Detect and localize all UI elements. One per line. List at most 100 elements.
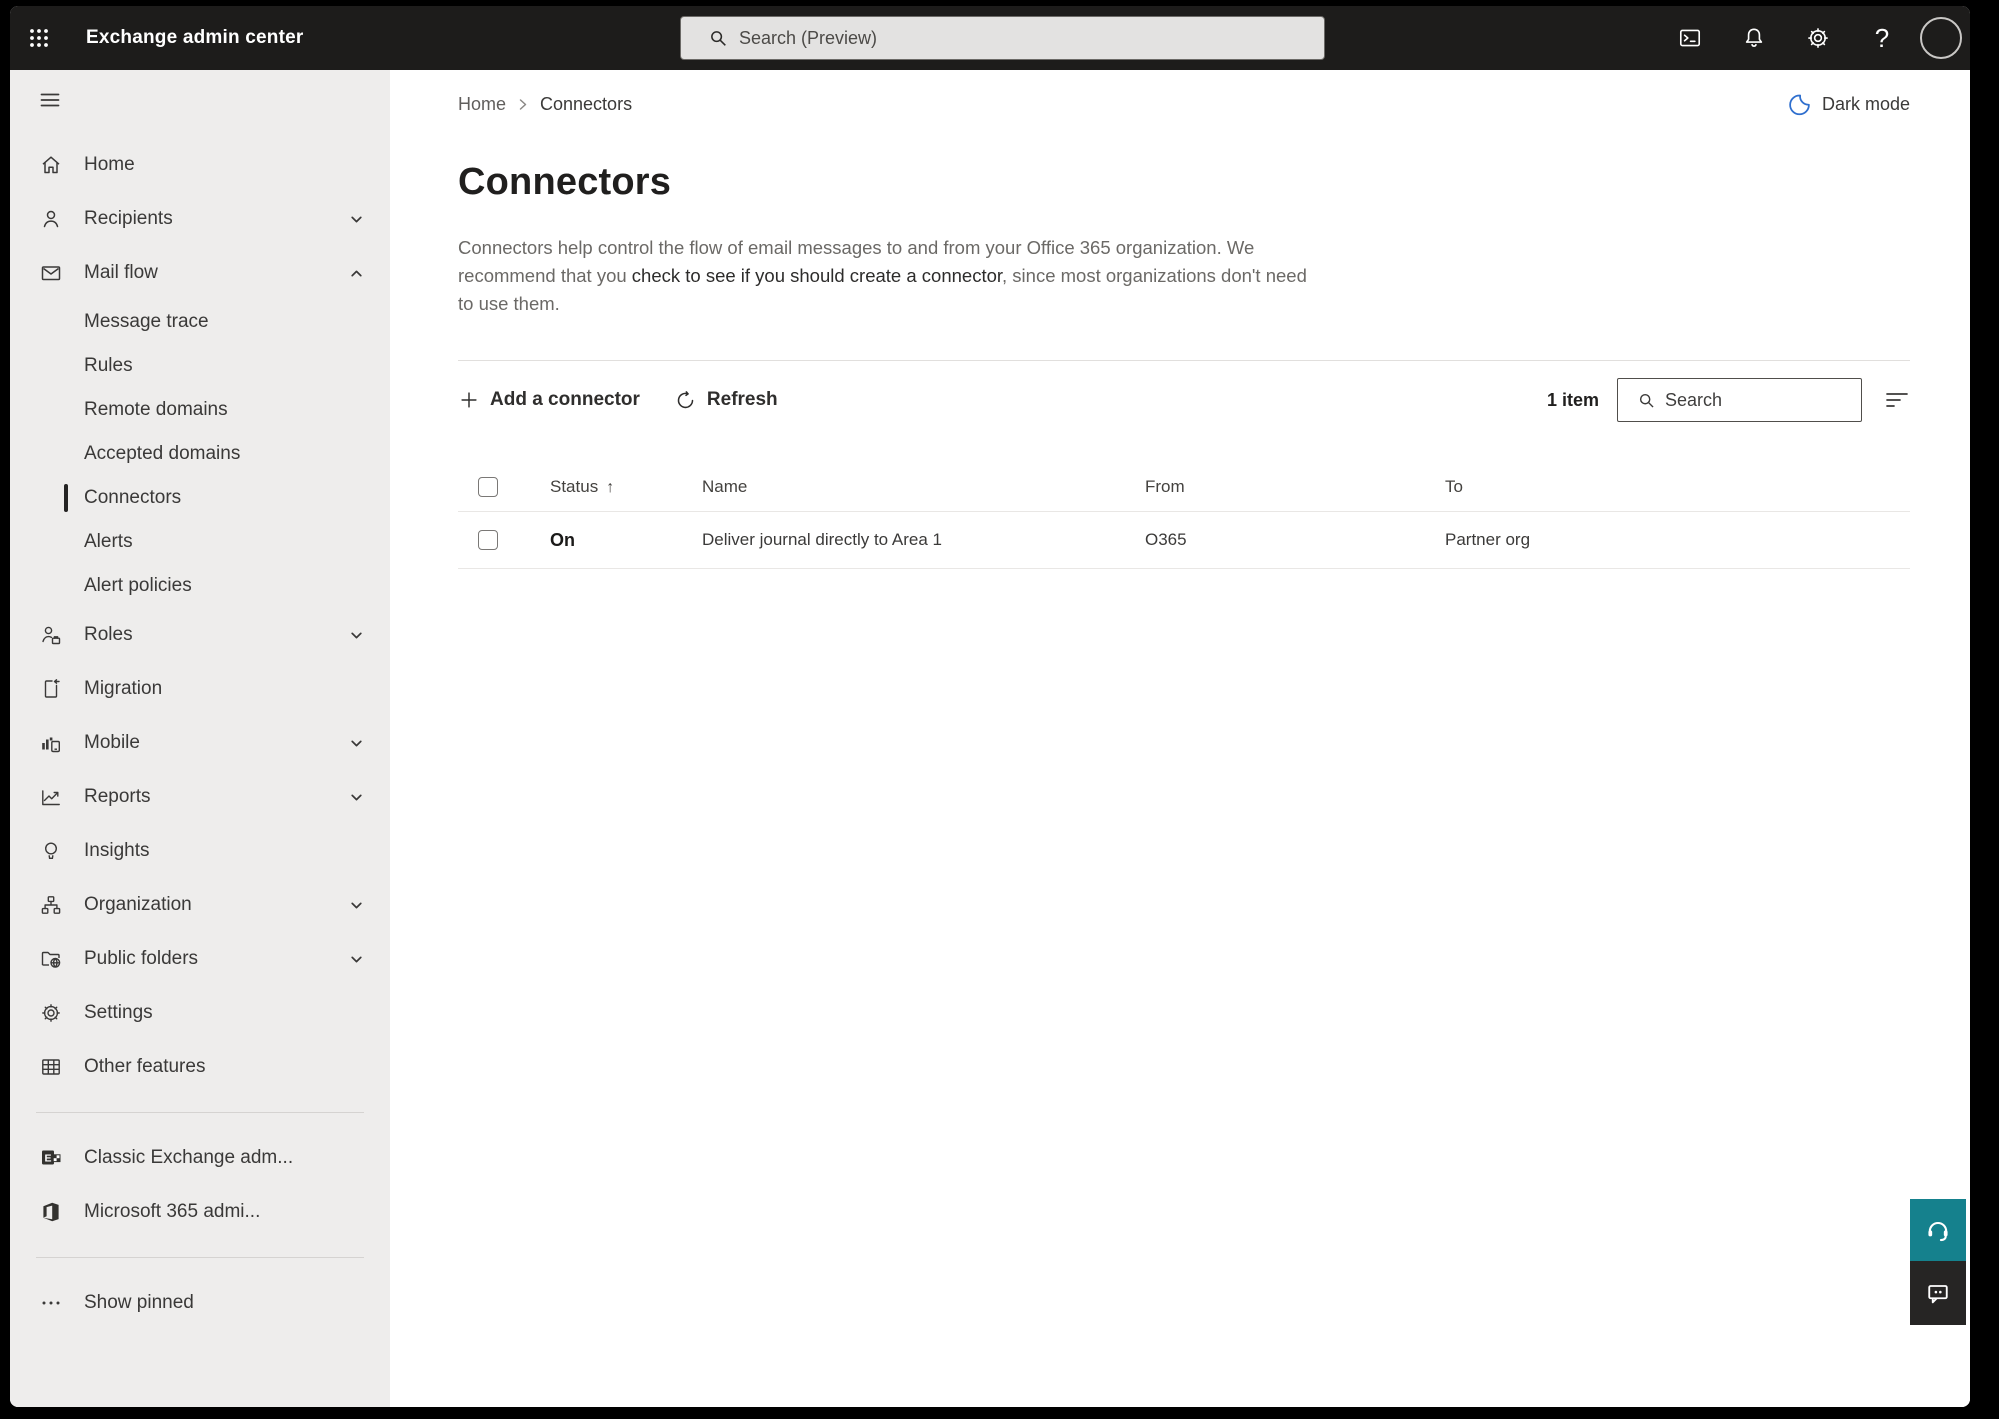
person-icon	[38, 207, 64, 231]
exchange-logo-icon: E	[38, 1146, 64, 1170]
list-search[interactable]	[1617, 378, 1862, 422]
collapse-nav-button[interactable]	[18, 74, 82, 126]
settings-button[interactable]	[1786, 6, 1850, 70]
app-title: Exchange admin center	[86, 27, 304, 48]
sidebar-item-label: Reports	[84, 786, 151, 807]
sidebar-item-label: Public folders	[84, 948, 199, 969]
ellipsis-icon	[38, 1291, 64, 1315]
plus-icon	[458, 389, 480, 411]
notifications-button[interactable]	[1722, 6, 1786, 70]
sidebar-item-organization[interactable]: Organization	[10, 878, 390, 932]
sidebar-item-label: Mobile	[84, 732, 140, 753]
sidebar-item-connectors[interactable]: Connectors	[10, 476, 390, 520]
sidebar-item-classic-exchange[interactable]: E Classic Exchange adm...	[10, 1131, 390, 1185]
sidebar-item-show-pinned[interactable]: Show pinned	[10, 1276, 390, 1330]
mail-icon	[38, 261, 64, 285]
add-connector-label: Add a connector	[490, 389, 640, 410]
sidebar-item-home[interactable]: Home	[10, 138, 390, 192]
sidebar-item-accepted-domains[interactable]: Accepted domains	[10, 432, 390, 476]
sidebar-item-label: Alert policies	[84, 575, 192, 596]
column-header-name[interactable]: Name	[702, 477, 1145, 497]
support-button[interactable]	[1910, 1199, 1966, 1261]
add-connector-button[interactable]: Add a connector	[458, 389, 640, 411]
filter-button[interactable]	[1884, 389, 1910, 411]
connector-status: On	[550, 529, 575, 550]
column-header-status[interactable]: Status ↑	[550, 477, 702, 497]
sidebar-item-label: Connectors	[84, 487, 182, 508]
column-header-from[interactable]: From	[1145, 477, 1445, 497]
sidebar-item-message-trace[interactable]: Message trace	[10, 300, 390, 344]
bell-icon	[1741, 25, 1767, 51]
mobile-icon	[38, 731, 64, 755]
sidebar-item-other-features[interactable]: Other features	[10, 1040, 390, 1094]
gear-icon	[1805, 25, 1831, 51]
table-row[interactable]: On Deliver journal directly to Area 1 O3…	[458, 511, 1910, 569]
select-all-checkbox[interactable]	[478, 477, 498, 497]
sidebar-item-label: Mail flow	[84, 262, 158, 283]
filter-icon	[1884, 389, 1910, 411]
chevron-up-icon	[349, 266, 364, 281]
sidebar-item-label: Recipients	[84, 208, 173, 229]
sidebar-item-label: Insights	[84, 840, 150, 861]
global-search-input[interactable]	[739, 27, 1310, 49]
chevron-down-icon	[349, 736, 364, 751]
m365-logo-icon	[38, 1200, 64, 1224]
create-connector-check-link[interactable]: check to see if you should create a conn…	[632, 265, 1002, 286]
lightbulb-icon	[38, 839, 64, 863]
item-count: 1 item	[1546, 389, 1599, 410]
roles-icon	[38, 623, 64, 647]
page-title: Connectors	[458, 161, 672, 203]
page-description: Connectors help control the flow of emai…	[458, 234, 1310, 318]
sidebar-item-mail-flow[interactable]: Mail flow	[10, 246, 390, 300]
global-search[interactable]	[680, 16, 1325, 60]
sidebar-item-alert-policies[interactable]: Alert policies	[10, 564, 390, 608]
feedback-button[interactable]	[1910, 1261, 1966, 1325]
sidebar-item-label: Microsoft 365 admi...	[84, 1201, 261, 1222]
column-header-to[interactable]: To	[1445, 477, 1910, 497]
sidebar-item-mobile[interactable]: Mobile	[10, 716, 390, 770]
org-chart-icon	[38, 893, 64, 917]
table-grid-icon	[38, 1055, 64, 1079]
chat-icon	[1924, 1279, 1952, 1307]
sidebar-item-label: Alerts	[84, 531, 133, 552]
sidebar-item-rules[interactable]: Rules	[10, 344, 390, 388]
sidebar-item-label: Settings	[84, 1002, 153, 1023]
svg-text:E: E	[44, 1153, 51, 1165]
sidebar-item-label: Remote domains	[84, 399, 228, 420]
sidebar-item-settings[interactable]: Settings	[10, 986, 390, 1040]
list-toolbar: Add a connector Refresh 1 item	[458, 371, 1910, 429]
refresh-icon	[674, 389, 697, 412]
terminal-button[interactable]	[1658, 6, 1722, 70]
headset-icon	[1924, 1216, 1952, 1244]
breadcrumb-home-link[interactable]: Home	[458, 94, 506, 115]
sidebar-item-migration[interactable]: Migration	[10, 662, 390, 716]
sidebar-divider	[36, 1257, 364, 1258]
refresh-label: Refresh	[706, 389, 778, 410]
moon-icon	[1787, 92, 1812, 117]
sidebar-item-insights[interactable]: Insights	[10, 824, 390, 878]
search-icon	[1628, 390, 1665, 411]
app-launcher-button[interactable]	[10, 6, 68, 70]
row-checkbox[interactable]	[478, 530, 498, 550]
sidebar-item-microsoft-365-admin[interactable]: Microsoft 365 admi...	[10, 1185, 390, 1239]
sidebar-item-alerts[interactable]: Alerts	[10, 520, 390, 564]
sidebar-item-recipients[interactable]: Recipients	[10, 192, 390, 246]
sidebar-item-remote-domains[interactable]: Remote domains	[10, 388, 390, 432]
help-button[interactable]: ?	[1850, 6, 1914, 70]
main-content: Home Connectors Dark mode Connectors Con…	[390, 70, 1970, 1407]
sidebar-item-label: Roles	[84, 624, 133, 645]
sidebar-item-label: Message trace	[84, 311, 209, 332]
chevron-down-icon	[349, 212, 364, 227]
reports-icon	[38, 785, 64, 809]
list-search-input[interactable]	[1665, 389, 1851, 411]
sidebar-item-public-folders[interactable]: Public folders	[10, 932, 390, 986]
account-avatar[interactable]	[1920, 17, 1962, 59]
chevron-down-icon	[349, 898, 364, 913]
refresh-button[interactable]: Refresh	[674, 389, 778, 412]
toolbar-divider	[458, 360, 1910, 361]
sidebar-item-label: Show pinned	[84, 1292, 194, 1313]
dark-mode-toggle[interactable]: Dark mode	[1787, 92, 1910, 117]
sidebar-item-reports[interactable]: Reports	[10, 770, 390, 824]
help-icon: ?	[1874, 22, 1890, 53]
sidebar-item-roles[interactable]: Roles	[10, 608, 390, 662]
